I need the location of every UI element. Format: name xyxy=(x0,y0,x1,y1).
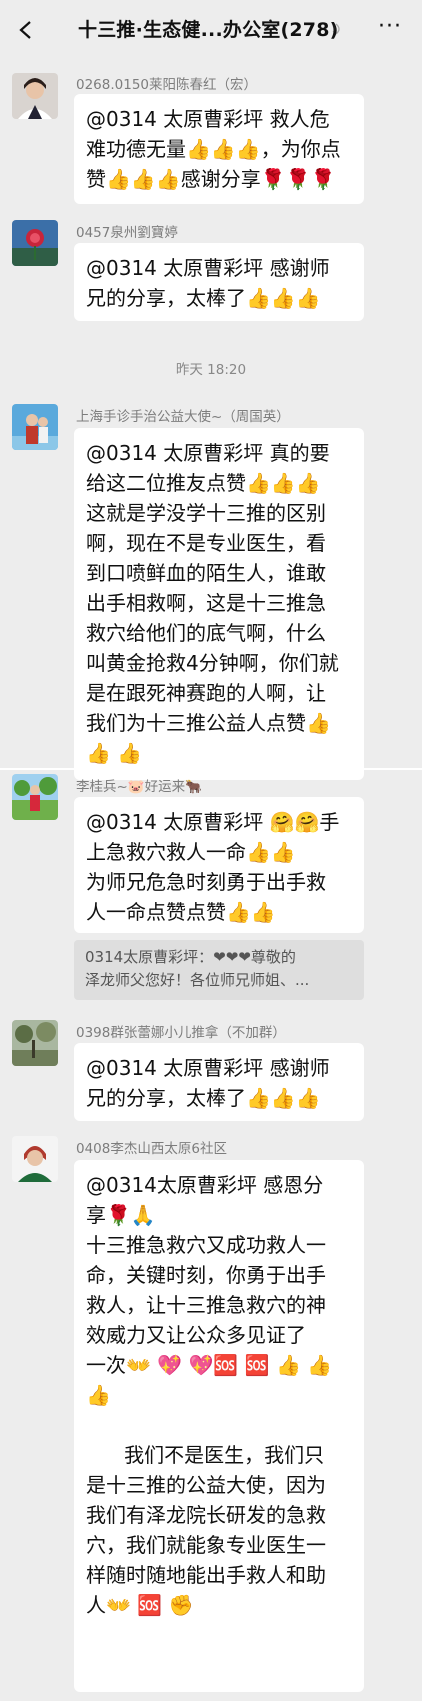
message-line: 到口喷鲜血的陌生人，谁敢 xyxy=(86,561,326,585)
quote-line: 0314太原曹彩坪：❤❤❤尊敬的 xyxy=(85,948,296,966)
message-line: @0314 太原曹彩坪 感谢师 xyxy=(86,1056,330,1080)
message-line: 这就是学没学十三推的区别 xyxy=(86,501,326,525)
more-options-icon[interactable]: ··· xyxy=(378,16,402,38)
message-bubble[interactable]: @0314 太原曹彩坪 感谢师 兄的分享，太棒了👍👍👍 xyxy=(74,243,364,321)
top-bar: 十三推·生态健...办公室(278) ··· xyxy=(0,0,422,60)
message-line: 人一命点赞点赞👍👍 xyxy=(86,900,276,924)
quote-line: 泽龙师父您好！各位师兄师姐、... xyxy=(85,971,310,989)
message-line: 一次👐 💖 💖🆘 🆘 👍 👍 xyxy=(86,1353,333,1377)
message-line: 👍 👍 xyxy=(86,741,143,765)
message-line: 叫黄金抢救4分钟啊，你们就 xyxy=(86,651,339,675)
message-bubble[interactable]: @0314太原曹彩坪 感恩分 享🌹🙏 十三推急救穴又成功救人一 命，关键时刻，你… xyxy=(74,1160,364,1692)
message-line: 兄的分享，太棒了👍👍👍 xyxy=(86,1086,321,1110)
message-line: 我们不是医生，我们只 xyxy=(86,1443,325,1467)
divider xyxy=(0,768,422,770)
message-line: 穴，我们就能象专业医生一 xyxy=(86,1533,326,1557)
message-line: 人👐 🆘 ✊ xyxy=(86,1593,194,1617)
message-bubble[interactable]: @0314 太原曹彩坪 感谢师 兄的分享，太棒了👍👍👍 xyxy=(74,1043,364,1121)
message-line: 救人，让十三推急救穴的神 xyxy=(86,1293,326,1317)
timestamp: 昨天 18:20 xyxy=(175,362,247,378)
chat-title: 十三推·生态健...办公室(278) xyxy=(78,19,339,41)
message-bubble[interactable]: @0314 太原曹彩坪 🤗🤗手 上急救穴救人一命👍👍 为师兄危急时刻勇于出手救 … xyxy=(74,797,364,933)
avatar[interactable] xyxy=(12,73,58,119)
message-line: 兄的分享，太棒了👍👍👍 xyxy=(86,286,321,310)
sender-name: 0408李杰山西太原6社区 xyxy=(76,1141,227,1157)
message-line: 效威力又让公众多见证了 xyxy=(86,1323,306,1347)
message-bubble[interactable]: @0314 太原曹彩坪 救人危 难功德无量👍👍👍，为你点 赞👍👍👍感谢分享🌹🌹🌹 xyxy=(74,94,364,204)
message-line: 命，关键时刻，你勇于出手 xyxy=(86,1263,326,1287)
avatar[interactable] xyxy=(12,1136,58,1182)
message-line: 为师兄危急时刻勇于出手救 xyxy=(86,870,326,894)
message-bubble[interactable]: @0314 太原曹彩坪 真的要 给这二位推友点赞👍👍👍 这就是学没学十三推的区别… xyxy=(74,428,364,780)
message-line: 是十三推的公益大使，因为 xyxy=(86,1473,326,1497)
back-arrow-icon[interactable] xyxy=(14,18,38,42)
message-line: @0314 太原曹彩坪 救人危 xyxy=(86,107,330,131)
message-line: @0314 太原曹彩坪 🤗🤗手 xyxy=(86,810,340,834)
sender-name: 0268.0150莱阳陈春红（宏） xyxy=(76,77,258,93)
avatar[interactable] xyxy=(12,220,58,266)
message-line: 样随时随地能出手救人和助 xyxy=(86,1563,326,1587)
avatar[interactable] xyxy=(12,1020,58,1066)
message-line: 啊，现在不是专业医生，看 xyxy=(86,531,326,555)
quoted-message[interactable]: 0314太原曹彩坪：❤❤❤尊敬的 泽龙师父您好！各位师兄师姐、... xyxy=(74,940,364,1000)
message-line: 享🌹🙏 xyxy=(86,1203,156,1227)
message-line: 是在跟死神赛跑的人啊，让 xyxy=(86,681,326,705)
message-line: @0314太原曹彩坪 感恩分 xyxy=(86,1173,324,1197)
sender-name: 0457泉州劉寶婷 xyxy=(76,225,178,241)
mute-icon xyxy=(332,23,340,35)
message-line: 我们有泽龙院长研发的急救 xyxy=(86,1503,326,1527)
message-line xyxy=(86,1410,352,1440)
message-line: 我们为十三推公益人点赞👍 xyxy=(86,711,331,735)
message-line: 赞👍👍👍感谢分享🌹🌹🌹 xyxy=(86,167,336,191)
sender-name: 李桂兵~🐷好运来🐂 xyxy=(76,779,202,795)
message-line: 十三推急救穴又成功救人一 xyxy=(86,1233,326,1257)
message-line: 救穴给他们的底气啊，什么 xyxy=(86,621,326,645)
avatar[interactable] xyxy=(12,404,58,450)
message-line: 出手相救啊，这是十三推急 xyxy=(86,591,326,615)
message-line: 上急救穴救人一命👍👍 xyxy=(86,840,296,864)
message-line: 👍 xyxy=(86,1383,111,1407)
avatar[interactable] xyxy=(12,774,58,820)
message-line: @0314 太原曹彩坪 感谢师 xyxy=(86,256,330,280)
message-line: @0314 太原曹彩坪 真的要 xyxy=(86,441,330,465)
sender-name: 上海手诊手治公益大使~（周国英） xyxy=(76,409,290,425)
message-line: 难功德无量👍👍👍，为你点 xyxy=(86,137,341,161)
message-line: 给这二位推友点赞👍👍👍 xyxy=(86,471,321,495)
sender-name: 0398群张蕾娜小儿推拿（不加群） xyxy=(76,1025,286,1041)
